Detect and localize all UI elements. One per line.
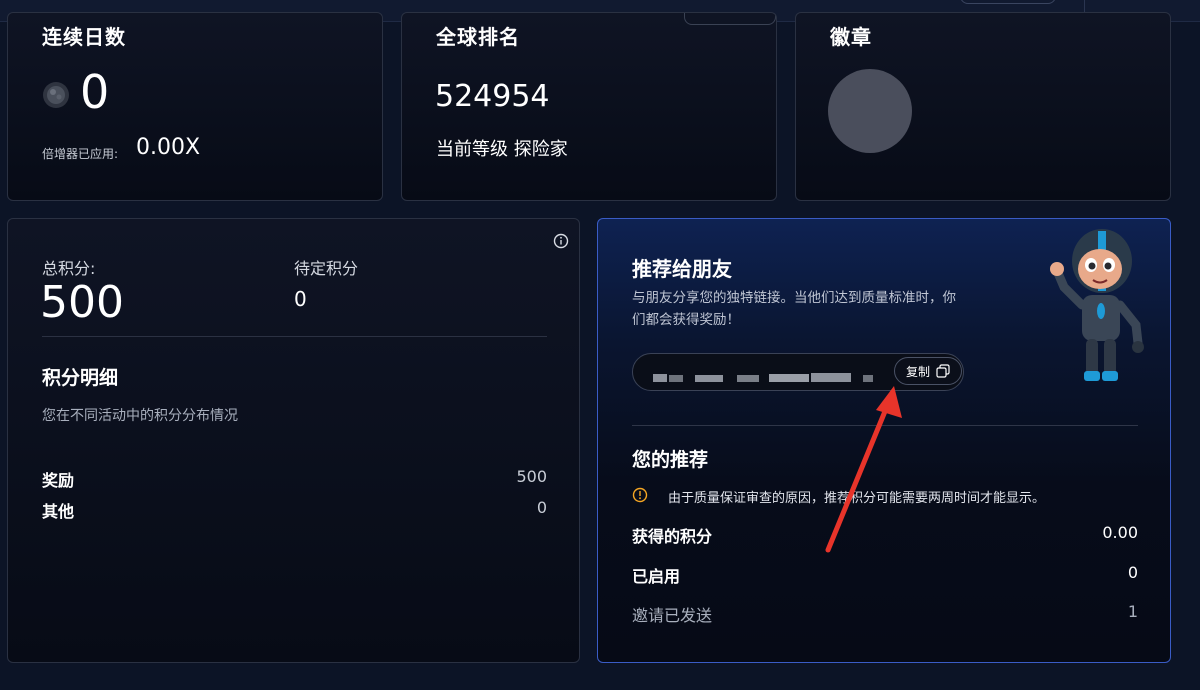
warning-icon xyxy=(632,487,648,503)
referral-card: 推荐给朋友 与朋友分享您的独特链接。当他们达到质量标准时，你 们都会获得奖励！ xyxy=(597,218,1171,663)
rank-title: 全球排名 xyxy=(436,25,520,49)
referral-stat-value: 0 xyxy=(1127,563,1138,582)
points-card: 总积分: 500 待定积分 0 积分明细 您在不同活动中的积分分布情况 奖励 5… xyxy=(7,218,580,663)
breakdown-title: 积分明细 xyxy=(42,367,119,389)
referral-stat-row: 已启用 0 xyxy=(632,563,1138,586)
top-bar-button[interactable] xyxy=(960,0,1056,4)
badge-placeholder-avatar[interactable] xyxy=(828,69,912,153)
breakdown-row-label: 其他 xyxy=(42,502,75,521)
streak-title: 连续日数 xyxy=(42,25,126,49)
qa-notice-text: 由于质量保证审查的原因，推荐积分可能需要两周时间才能显示。 xyxy=(668,491,1046,506)
referral-stat-label: 已启用 xyxy=(632,567,681,586)
referral-stat-value: 1 xyxy=(1127,602,1138,621)
rank-card-chip xyxy=(684,13,776,25)
referral-title: 推荐给朋友 xyxy=(632,257,732,281)
referral-link-obscured xyxy=(653,368,883,382)
total-points-label: 总积分: xyxy=(42,259,96,278)
my-referrals-title: 您的推荐 xyxy=(632,449,709,471)
copy-icon xyxy=(936,364,950,378)
multiplier-value: 0.00X xyxy=(136,135,201,160)
referral-description: 与朋友分享您的独特链接。当他们达到质量标准时，你 们都会获得奖励！ xyxy=(632,287,956,331)
multiplier-label: 倍增器已应用: xyxy=(42,147,119,161)
pending-points-value: 0 xyxy=(294,287,307,311)
breakdown-row-value: 0 xyxy=(536,498,547,517)
referral-stat-row: 获得的积分 0.00 xyxy=(632,523,1138,546)
breakdown-row-value: 500 xyxy=(516,467,547,486)
badge-title: 徽章 xyxy=(830,25,872,49)
points-divider xyxy=(42,336,547,337)
referral-description-line: 们都会获得奖励！ xyxy=(632,312,740,328)
global-rank-card: 全球排名 524954 当前等级 探险家 xyxy=(401,12,777,201)
streak-card: 连续日数 0 倍增器已应用: 0.00X xyxy=(7,12,383,201)
referral-stat-row: 邀请已发送 1 xyxy=(632,602,1138,625)
streak-coin-icon xyxy=(42,81,70,109)
referral-stat-label: 获得的积分 xyxy=(632,527,713,546)
breakdown-row-label: 奖励 xyxy=(42,471,75,490)
breakdown-row: 奖励 500 xyxy=(42,467,547,490)
referral-stat-label: 邀请已发送 xyxy=(632,606,713,625)
streak-value: 0 xyxy=(80,65,110,119)
copy-link-button[interactable]: 复制 xyxy=(894,357,962,385)
badge-card: 徽章 xyxy=(795,12,1171,201)
level-text: 当前等级 探险家 xyxy=(436,139,568,160)
info-icon[interactable] xyxy=(553,233,569,249)
breakdown-row: 其他 0 xyxy=(42,498,547,521)
robot-mascot xyxy=(1038,225,1158,385)
referral-divider xyxy=(632,425,1138,426)
copy-button-label: 复制 xyxy=(905,364,930,379)
breakdown-subtitle: 您在不同活动中的积分分布情况 xyxy=(42,408,238,424)
referral-description-line: 与朋友分享您的独特链接。当他们达到质量标准时，你 xyxy=(632,290,956,306)
pending-points-label: 待定积分 xyxy=(294,259,359,278)
rank-value: 524954 xyxy=(435,79,550,114)
total-points-value: 500 xyxy=(40,277,124,328)
referral-stat-value: 0.00 xyxy=(1102,523,1138,542)
